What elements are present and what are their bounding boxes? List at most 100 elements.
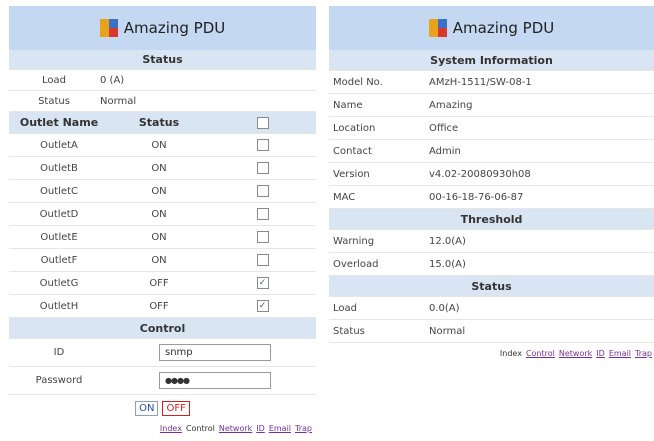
threshold-label: Overload bbox=[333, 258, 379, 270]
app-title: Amazing PDU bbox=[452, 19, 555, 37]
status-value: 0.0(A) bbox=[429, 302, 460, 314]
on-button[interactable]: ON bbox=[135, 400, 159, 416]
outlet-checkbox[interactable] bbox=[256, 185, 269, 197]
outlet-row: OutletE ON bbox=[9, 226, 316, 249]
threshold-value: 12.0(A) bbox=[429, 235, 466, 247]
status-row: Load 0.0(A) bbox=[329, 297, 654, 320]
select-all-checkbox[interactable] bbox=[256, 116, 269, 129]
nav-email-link[interactable]: Email bbox=[269, 424, 291, 433]
status-row: Status Normal bbox=[9, 91, 316, 112]
outlet-row: OutletA ON bbox=[9, 134, 316, 157]
outlet-state: ON bbox=[151, 162, 167, 174]
outlet-row: OutletD ON bbox=[9, 203, 316, 226]
threshold-row: Warning 12.0(A) bbox=[329, 230, 654, 253]
status-value: Normal bbox=[100, 95, 137, 107]
outlet-checkbox[interactable] bbox=[256, 139, 269, 151]
nav-id-link[interactable]: ID bbox=[596, 349, 605, 358]
sysinfo-header: System Information bbox=[329, 50, 654, 71]
outlet-checkbox[interactable] bbox=[256, 231, 269, 243]
outlet-name: OutletE bbox=[40, 231, 78, 243]
outlet-name: OutletG bbox=[39, 277, 79, 289]
off-button[interactable]: OFF bbox=[162, 400, 190, 416]
outlet-checkbox[interactable] bbox=[256, 162, 269, 174]
sysinfo-value: Office bbox=[429, 122, 459, 134]
sysinfo-label: Version bbox=[333, 168, 370, 180]
outlet-row: OutletC ON bbox=[9, 180, 316, 203]
status-list: Load 0.0(A) Status Normal bbox=[329, 297, 654, 343]
nav-email-link[interactable]: Email bbox=[609, 349, 631, 358]
status-header-text: Status bbox=[142, 53, 183, 66]
sysinfo-value: Admin bbox=[429, 145, 461, 157]
control-panel: Amazing PDU Status Load 0 (A) Status Nor… bbox=[9, 6, 316, 435]
outlet-name-header: Outlet Name bbox=[19, 116, 99, 129]
id-label: ID bbox=[53, 347, 65, 358]
app-title-bar: Amazing PDU bbox=[9, 6, 316, 50]
threshold-label: Warning bbox=[333, 235, 375, 247]
outlet-list: OutletA ON OutletB ON OutletC ON OutletD ON Outl… bbox=[9, 134, 316, 318]
password-input[interactable]: ●●●● bbox=[159, 372, 271, 389]
load-row: Load 0 (A) bbox=[9, 70, 316, 91]
id-input[interactable]: snmp bbox=[159, 344, 271, 361]
status-label: Status bbox=[333, 325, 365, 337]
sysinfo-label: Model No. bbox=[333, 76, 383, 88]
nav-control-current: Control bbox=[185, 423, 215, 433]
sysinfo-row: Model No. AMzH-1511/SW-08-1 bbox=[329, 71, 654, 94]
threshold-header-text: Threshold bbox=[460, 212, 523, 226]
status-header: Status bbox=[329, 276, 654, 297]
outlet-checkbox[interactable] bbox=[256, 208, 269, 220]
sysinfo-row: Name Amazing bbox=[329, 94, 654, 117]
outlet-name: OutletB bbox=[40, 162, 78, 174]
nav-network-link[interactable]: Network bbox=[559, 349, 592, 358]
outlet-table-header: Outlet Name Status bbox=[9, 112, 316, 134]
sysinfo-row: Contact Admin bbox=[329, 140, 654, 163]
outlet-name: OutletD bbox=[39, 208, 79, 220]
sysinfo-label: Name bbox=[333, 99, 363, 111]
status-row: Status Normal bbox=[329, 320, 654, 343]
load-value: 0 (A) bbox=[100, 74, 125, 86]
outlet-status-header: Status bbox=[138, 116, 180, 129]
outlet-checkbox[interactable] bbox=[256, 254, 269, 266]
sysinfo-value: Amazing bbox=[429, 99, 473, 111]
nav-index-link[interactable]: Index bbox=[160, 424, 182, 433]
nav-trap-link[interactable]: Trap bbox=[635, 349, 652, 358]
outlet-checkbox[interactable]: ✓ bbox=[256, 300, 269, 312]
sysinfo-row: MAC 00-16-18-76-06-87 bbox=[329, 186, 654, 209]
nav-trap-link[interactable]: Trap bbox=[295, 424, 312, 433]
sysinfo-value: 00-16-18-76-06-87 bbox=[429, 191, 524, 203]
outlet-row: OutletB ON bbox=[9, 157, 316, 180]
status-section-header: Status bbox=[9, 50, 316, 70]
control-section-header: Control bbox=[9, 318, 316, 339]
threshold-list: Warning 12.0(A) Overload 15.0(A) bbox=[329, 230, 654, 276]
sysinfo-row: Location Office bbox=[329, 117, 654, 140]
status-label: Load bbox=[333, 302, 357, 314]
sysinfo-label: Location bbox=[333, 122, 376, 134]
outlet-state: OFF bbox=[149, 277, 169, 289]
outlet-checkbox[interactable]: ✓ bbox=[256, 277, 269, 289]
outlet-state: ON bbox=[151, 139, 167, 151]
outlet-row: OutletH OFF ✓ bbox=[9, 295, 316, 318]
outlet-name: OutletF bbox=[40, 254, 78, 266]
sysinfo-value: v4.02-20080930h08 bbox=[429, 168, 531, 180]
nav-network-link[interactable]: Network bbox=[219, 424, 252, 433]
outlet-row: OutletG OFF ✓ bbox=[9, 272, 316, 295]
pdu-logo-icon bbox=[99, 19, 118, 37]
outlet-state: ON bbox=[151, 185, 167, 197]
control-buttons: ON OFF bbox=[9, 395, 316, 421]
threshold-header: Threshold bbox=[329, 209, 654, 230]
nav-links: Index Control Network ID Email Trap bbox=[9, 421, 316, 435]
outlet-state: ON bbox=[151, 231, 167, 243]
outlet-state: OFF bbox=[149, 300, 169, 312]
nav-id-link[interactable]: ID bbox=[256, 424, 265, 433]
id-row: ID snmp bbox=[9, 339, 316, 367]
outlet-name: OutletH bbox=[39, 300, 79, 312]
pdu-logo-icon bbox=[428, 19, 447, 37]
outlet-row: OutletF ON bbox=[9, 249, 316, 272]
load-label: Load bbox=[42, 74, 66, 86]
nav-control-link[interactable]: Control bbox=[526, 349, 555, 358]
status-value: Normal bbox=[429, 325, 466, 337]
outlet-state: ON bbox=[151, 254, 167, 266]
sysinfo-list: Model No. AMzH-1511/SW-08-1 Name Amazing Loc… bbox=[329, 71, 654, 209]
app-title-bar: Amazing PDU bbox=[329, 6, 654, 50]
sysinfo-row: Version v4.02-20080930h08 bbox=[329, 163, 654, 186]
outlet-state: ON bbox=[151, 208, 167, 220]
